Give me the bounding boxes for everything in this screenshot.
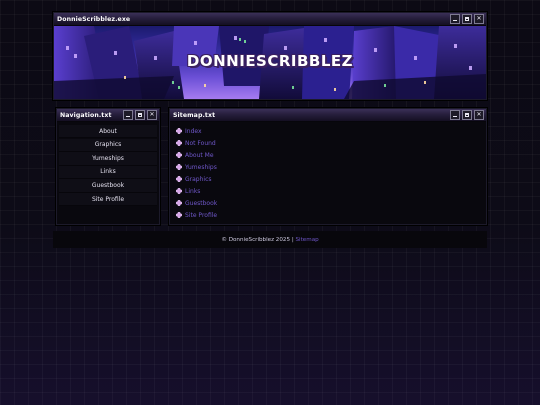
flower-bullet-icon [176,176,182,182]
window-controls: ✕ [450,110,486,120]
nav-link-about[interactable]: About [59,125,157,139]
sitemap-item: Links [176,185,480,197]
close-button[interactable]: ✕ [147,110,157,120]
sitemap-link-links[interactable]: Links [185,188,200,195]
sitemap-item: About Me [176,149,480,161]
sitemap-item: Yumeships [176,161,480,173]
footer: © DonnieScribblez 2025 | Sitemap [53,231,487,248]
flower-bullet-icon [176,128,182,134]
flower-bullet-icon [176,188,182,194]
sitemap-link-not-found[interactable]: Not Found [185,140,216,147]
sitemap-item: Graphics [176,173,480,185]
footer-copyright: © DonnieScribblez 2025 | [221,236,294,243]
minimize-button[interactable] [450,14,460,24]
sitemap-item: Site Profile [176,209,480,221]
sitemap-list: Index Not Found About Me Yumeships Graph… [170,122,486,224]
sitemap-item: Guestbook [176,197,480,209]
sitemap-window: Sitemap.txt ✕ Index Not Found About Me Y… [169,108,487,225]
maximize-button[interactable] [462,14,472,24]
banner-image: DONNIESCRIBBLEZ [54,26,486,99]
navigation-list: About Graphics Yumeships Links Guestbook… [57,122,159,209]
navigation-titlebar[interactable]: Navigation.txt ✕ [57,109,159,122]
flower-bullet-icon [176,164,182,170]
flower-bullet-icon [176,200,182,206]
flower-bullet-icon [176,140,182,146]
close-button[interactable]: ✕ [474,14,484,24]
footer-sitemap-link[interactable]: Sitemap [296,237,319,243]
flower-bullet-icon [176,152,182,158]
flower-bullet-icon [176,212,182,218]
window-controls: ✕ [123,110,159,120]
nav-link-guestbook[interactable]: Guestbook [59,179,157,193]
close-button[interactable]: ✕ [474,110,484,120]
window-controls: ✕ [450,14,486,24]
nav-link-links[interactable]: Links [59,165,157,180]
window-title: DonnieScribblez.exe [57,15,131,23]
nav-link-graphics[interactable]: Graphics [59,138,157,152]
banner-window: DonnieScribblez.exe ✕ DONNIESCRIBBLEZ [53,12,487,100]
window-title: Navigation.txt [60,111,112,119]
nav-link-yumeships[interactable]: Yumeships [59,152,157,166]
window-title: Sitemap.txt [173,111,216,119]
sitemap-titlebar[interactable]: Sitemap.txt ✕ [170,109,486,122]
sitemap-link-guestbook[interactable]: Guestbook [185,200,217,207]
minimize-button[interactable] [450,110,460,120]
sitemap-link-about-me[interactable]: About Me [185,152,214,159]
navigation-window: Navigation.txt ✕ About Graphics Yumeship… [56,108,160,225]
sitemap-link-yumeships[interactable]: Yumeships [185,164,217,171]
nav-link-site-profile[interactable]: Site Profile [59,192,157,207]
maximize-button[interactable] [135,110,145,120]
sitemap-item: Index [176,125,480,137]
sitemap-item: Not Found [176,137,480,149]
sitemap-link-index[interactable]: Index [185,128,202,135]
sitemap-link-site-profile[interactable]: Site Profile [185,212,217,219]
sitemap-link-graphics[interactable]: Graphics [185,176,212,183]
banner-titlebar[interactable]: DonnieScribblez.exe ✕ [54,13,486,26]
maximize-button[interactable] [462,110,472,120]
banner-logo-text: DONNIESCRIBBLEZ [186,52,354,70]
minimize-button[interactable] [123,110,133,120]
page-wrapper: DonnieScribblez.exe ✕ DONNIESCRIBBLEZ Na… [53,12,487,248]
content-row: Navigation.txt ✕ About Graphics Yumeship… [53,108,487,225]
